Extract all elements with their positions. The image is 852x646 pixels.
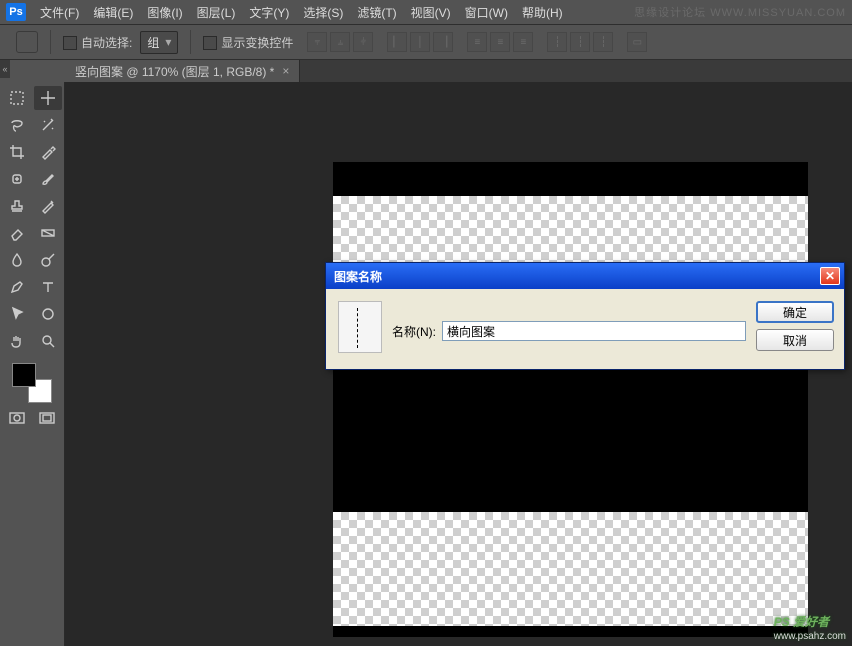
auto-select-label: 自动选择: bbox=[81, 36, 132, 50]
dialog-titlebar[interactable]: 图案名称 ✕ bbox=[326, 263, 844, 289]
show-transform-checkbox[interactable]: 显示变换控件 bbox=[203, 34, 293, 51]
dialog-title: 图案名称 bbox=[334, 268, 382, 285]
align-bottom-icon: ⫩ bbox=[353, 32, 373, 52]
toolbox bbox=[0, 82, 65, 646]
dist-left-icon: ┆ bbox=[547, 32, 567, 52]
menu-filter[interactable]: 滤镜(T) bbox=[357, 4, 396, 21]
dist-bottom-icon: ≡ bbox=[513, 32, 533, 52]
align-group-2: ▏ │ ▕ bbox=[387, 32, 453, 52]
color-swatches[interactable] bbox=[12, 363, 52, 403]
pattern-preview bbox=[338, 301, 382, 353]
healing-tool-icon[interactable] bbox=[3, 167, 31, 191]
dodge-tool-icon[interactable] bbox=[34, 248, 62, 272]
auto-select-checkbox[interactable]: 自动选择: bbox=[63, 34, 132, 51]
screenmode-icon[interactable] bbox=[36, 409, 58, 427]
dialog-close-button[interactable]: ✕ bbox=[820, 267, 840, 285]
document-canvas[interactable] bbox=[333, 162, 808, 637]
menu-view[interactable]: 视图(V) bbox=[411, 4, 451, 21]
eyedropper-tool-icon[interactable] bbox=[34, 140, 62, 164]
gradient-tool-icon[interactable] bbox=[34, 221, 62, 245]
watermark-url: www.psahz.com bbox=[774, 631, 846, 642]
document-tab-title: 竖向图案 @ 1170% (图层 1, RGB/8) * bbox=[75, 63, 274, 80]
options-bar: 自动选择: 组 显示变换控件 ⫧ ⫨ ⫩ ▏ │ ▕ ≡ ≡ ≡ ┆ ┆ ┆ ▭ bbox=[0, 24, 852, 60]
align-group-1: ⫧ ⫨ ⫩ bbox=[307, 32, 373, 52]
watermark-brand: PS 爱好者 bbox=[774, 615, 829, 629]
auto-select-dropdown[interactable]: 组 bbox=[140, 31, 178, 54]
menu-window[interactable]: 窗口(W) bbox=[465, 4, 508, 21]
menu-type[interactable]: 文字(Y) bbox=[249, 4, 289, 21]
foreground-swatch[interactable] bbox=[12, 363, 36, 387]
shape-tool-icon[interactable] bbox=[34, 302, 62, 326]
menu-image[interactable]: 图像(I) bbox=[147, 4, 182, 21]
history-brush-tool-icon[interactable] bbox=[34, 194, 62, 218]
align-vmid-icon: ⫨ bbox=[330, 32, 350, 52]
align-hcenter-icon: │ bbox=[410, 32, 430, 52]
separator bbox=[190, 30, 191, 54]
auto-select-value: 组 bbox=[147, 34, 159, 51]
watermark-top: 思缘设计论坛 WWW.MISSYUAN.COM bbox=[634, 4, 846, 20]
show-transform-label: 显示变换控件 bbox=[221, 36, 293, 50]
tab-close-icon[interactable]: × bbox=[282, 64, 289, 78]
pattern-name-dialog: 图案名称 ✕ 名称(N): 确定 取消 bbox=[325, 262, 845, 370]
wand-tool-icon[interactable] bbox=[34, 113, 62, 137]
move-tool-icon[interactable] bbox=[34, 86, 62, 110]
lasso-tool-icon[interactable] bbox=[3, 113, 31, 137]
align-right-icon: ▕ bbox=[433, 32, 453, 52]
menu-select[interactable]: 选择(S) bbox=[303, 4, 343, 21]
dist-right-icon: ┆ bbox=[593, 32, 613, 52]
crop-tool-icon[interactable] bbox=[3, 140, 31, 164]
dist-top-icon: ≡ bbox=[467, 32, 487, 52]
align-top-icon: ⫧ bbox=[307, 32, 327, 52]
distribute-group-2: ┆ ┆ ┆ bbox=[547, 32, 613, 52]
pattern-name-input[interactable] bbox=[442, 321, 746, 341]
ps-logo-icon: Ps bbox=[6, 3, 26, 21]
document-tabbar: 竖向图案 @ 1170% (图层 1, RGB/8) * × bbox=[65, 60, 852, 82]
menu-edit[interactable]: 编辑(E) bbox=[93, 4, 133, 21]
zoom-tool-icon[interactable] bbox=[34, 329, 62, 353]
menu-help[interactable]: 帮助(H) bbox=[522, 4, 563, 21]
cancel-button[interactable]: 取消 bbox=[756, 329, 834, 351]
type-tool-icon[interactable] bbox=[34, 275, 62, 299]
ok-button[interactable]: 确定 bbox=[756, 301, 834, 323]
auto-align-group: ▭ bbox=[627, 32, 647, 52]
pen-tool-icon[interactable] bbox=[3, 275, 31, 299]
ruler-corner: « bbox=[0, 60, 10, 78]
menu-file[interactable]: 文件(F) bbox=[40, 4, 79, 21]
align-left-icon: ▏ bbox=[387, 32, 407, 52]
separator bbox=[50, 30, 51, 54]
brush-tool-icon[interactable] bbox=[34, 167, 62, 191]
watermark-bottom: PS 爱好者 www.psahz.com bbox=[774, 613, 846, 642]
eraser-tool-icon[interactable] bbox=[3, 221, 31, 245]
path-select-tool-icon[interactable] bbox=[3, 302, 31, 326]
blur-tool-icon[interactable] bbox=[3, 248, 31, 272]
document-tab[interactable]: 竖向图案 @ 1170% (图层 1, RGB/8) * × bbox=[65, 60, 300, 82]
menu-layer[interactable]: 图层(L) bbox=[197, 4, 236, 21]
quickmask-icon[interactable] bbox=[6, 409, 28, 427]
dist-hcenter-icon: ┆ bbox=[570, 32, 590, 52]
transparent-region bbox=[333, 512, 808, 626]
hand-tool-icon[interactable] bbox=[3, 329, 31, 353]
dist-vmid-icon: ≡ bbox=[490, 32, 510, 52]
name-label: 名称(N): bbox=[392, 323, 436, 340]
current-tool-icon[interactable] bbox=[16, 31, 38, 53]
stamp-tool-icon[interactable] bbox=[3, 194, 31, 218]
distribute-group-1: ≡ ≡ ≡ bbox=[467, 32, 533, 52]
auto-align-icon: ▭ bbox=[627, 32, 647, 52]
marquee-tool-icon[interactable] bbox=[3, 86, 31, 110]
